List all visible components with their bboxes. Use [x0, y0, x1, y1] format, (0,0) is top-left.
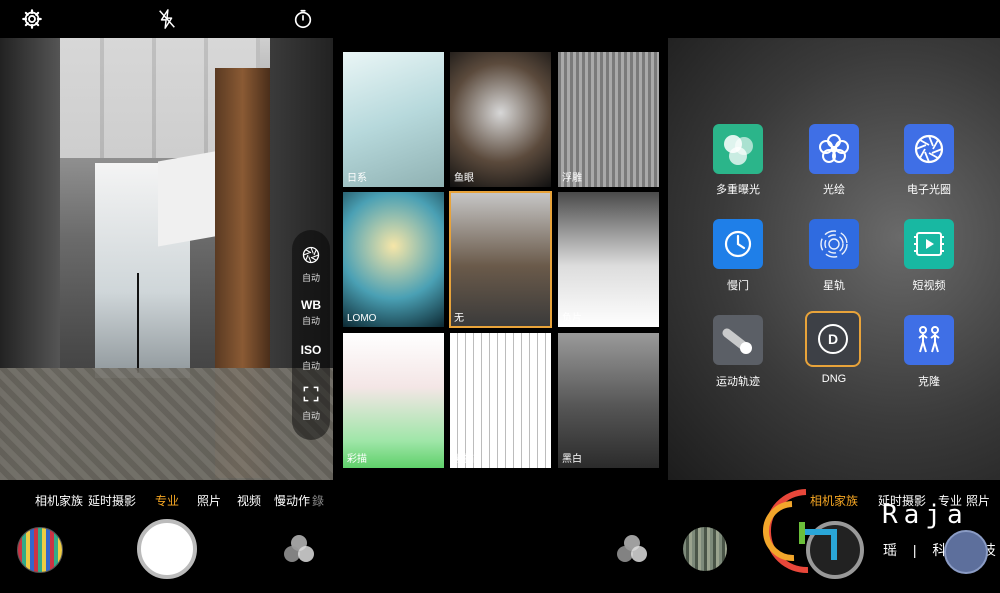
mode-more[interactable]: 錄 [312, 492, 324, 509]
shutter-button[interactable] [137, 519, 197, 579]
timer-icon[interactable] [292, 8, 314, 30]
app-multi-exposure[interactable] [713, 124, 763, 174]
focus-frame-icon [303, 386, 319, 402]
app-label: 克隆 [918, 376, 940, 388]
mode-photo[interactable]: 照片 [966, 492, 990, 509]
app-label: 电子光圈 [907, 184, 951, 196]
mode-slow-motion[interactable]: 慢动作 [274, 492, 310, 509]
app-dng[interactable]: D [805, 311, 861, 367]
clock-icon [724, 230, 752, 258]
clone-icon [918, 326, 940, 353]
iso-label: ISO [300, 343, 322, 357]
filter-tile-color-sketch[interactable]: 彩描 [343, 333, 444, 468]
aperture-control[interactable]: 自动 [292, 246, 330, 284]
settings-gear-icon[interactable] [21, 8, 43, 30]
svg-text:D: D [828, 331, 838, 347]
focus-control[interactable]: 自动 [292, 386, 330, 422]
app-label: 短视频 [912, 280, 946, 292]
filter-tile-fisheye[interactable]: 鱼眼 [450, 52, 551, 187]
app-label: 多重曝光 [716, 184, 760, 196]
filter-label: 黑白 [562, 454, 582, 465]
app-motion-track[interactable] [713, 315, 763, 365]
switch-camera-button[interactable] [944, 530, 988, 574]
app-label: DNG [821, 373, 847, 385]
app-light-painting[interactable] [809, 124, 859, 174]
iso-value: 自动 [301, 361, 320, 371]
aperture-value: 自动 [301, 273, 320, 283]
mode-video[interactable]: 视频 [237, 492, 261, 509]
gallery-thumbnail[interactable] [683, 527, 727, 571]
filter-label: 无 [454, 313, 464, 324]
filter-toggle-icon[interactable] [281, 531, 317, 567]
iso-control[interactable]: ISO 自动 [292, 343, 330, 372]
app-label: 运动轨迹 [716, 376, 760, 388]
flash-off-icon[interactable] [156, 8, 178, 30]
dng-icon: D [818, 324, 848, 354]
watermark-logo [763, 489, 837, 574]
mode-timelapse[interactable]: 延时摄影 [88, 492, 136, 509]
wb-label: WB [301, 298, 321, 312]
filter-label: 素描 [454, 454, 474, 465]
filter-tile-lomo[interactable]: LOMO [343, 192, 444, 327]
mode-camera-family[interactable]: 相机家族 [35, 492, 83, 509]
filter-tile-japanese[interactable]: 日系 [343, 52, 444, 187]
filter-label: 负片 [562, 313, 582, 324]
motion-icon [722, 328, 752, 354]
scene-softbox [158, 150, 220, 247]
app-star-trail[interactable] [809, 219, 859, 269]
multi-exposure-icon [724, 135, 753, 165]
app-label: 光绘 [823, 184, 845, 196]
filter-label: 浮雕 [562, 173, 582, 184]
app-label: 慢门 [727, 280, 749, 292]
app-clone[interactable] [904, 315, 954, 365]
focus-value: 自动 [301, 411, 320, 421]
video-icon [914, 232, 944, 256]
filter-label: 鱼眼 [454, 173, 474, 184]
wb-value: 自动 [301, 316, 320, 326]
gallery-thumbnail[interactable] [17, 527, 63, 573]
scene-tripod [128, 273, 148, 373]
scene-floor [0, 368, 333, 480]
filter-label: 日系 [347, 173, 367, 184]
viewfinder-preview[interactable]: 自动 WB 自动 ISO 自动 自动 [0, 38, 333, 480]
app-electronic-aperture[interactable] [904, 124, 954, 174]
watermark-brand: Raja [882, 500, 969, 530]
filter-tile-emboss[interactable]: 浮雕 [558, 52, 659, 187]
filter-toggle-icon[interactable] [614, 531, 650, 567]
flower-icon [819, 134, 849, 163]
star-trail-icon [820, 230, 848, 258]
mode-photo[interactable]: 照片 [197, 492, 221, 509]
app-slow-shutter[interactable] [713, 219, 763, 269]
aperture-icon [302, 246, 320, 264]
filter-label: LOMO [347, 313, 377, 324]
pro-controls-panel: 自动 WB 自动 ISO 自动 自动 [292, 230, 330, 440]
filter-tile-black-white[interactable]: 黑白 [558, 333, 659, 468]
filter-label: 彩描 [347, 454, 367, 465]
app-label: 星轨 [823, 280, 845, 292]
filter-tile-negative[interactable]: 负片 [558, 192, 659, 327]
mode-pro[interactable]: 专业 [155, 492, 179, 509]
app-short-video[interactable] [904, 219, 954, 269]
filter-tile-none[interactable]: 无 [449, 191, 552, 328]
aperture-icon [914, 134, 944, 164]
wb-control[interactable]: WB 自动 [292, 298, 330, 327]
filter-tile-sketch[interactable]: 素描 [450, 333, 551, 468]
